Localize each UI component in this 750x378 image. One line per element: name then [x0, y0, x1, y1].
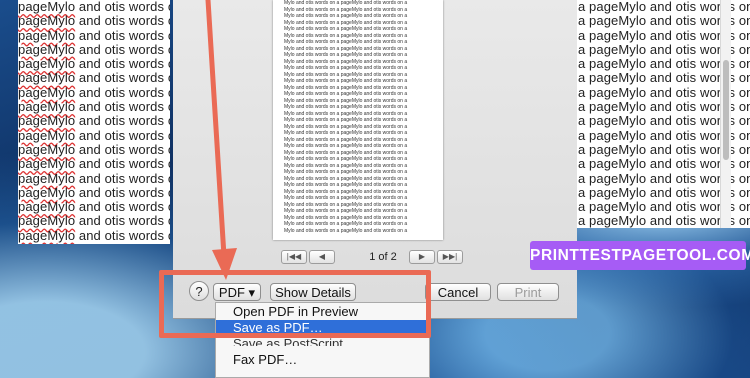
annotation-highlight-box [159, 270, 431, 338]
arrow-shaft [205, 0, 227, 259]
watermark-badge: PRINTTESTPAGETOOL.COM [530, 241, 750, 270]
